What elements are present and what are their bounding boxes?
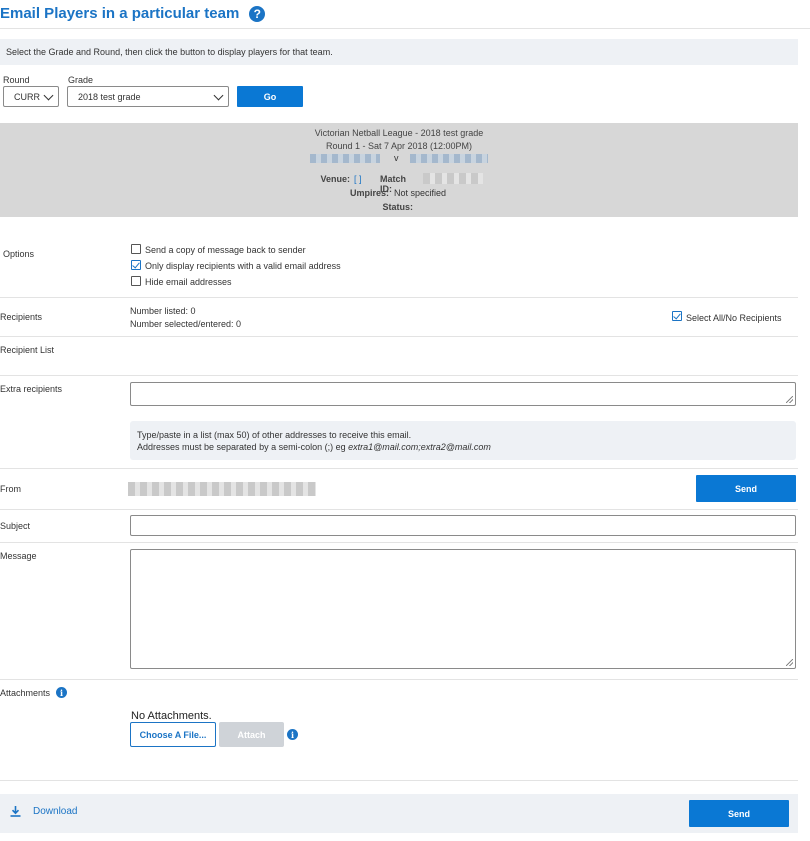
info-icon[interactable]: i (56, 687, 67, 698)
attachments-status: No Attachments. (131, 710, 212, 722)
divider (0, 375, 798, 376)
status-label: Status: (382, 202, 413, 212)
choose-file-button[interactable]: Choose A File... (130, 722, 216, 747)
versus-text: v (394, 153, 399, 163)
grade-label: Grade (68, 75, 94, 85)
chevron-down-icon (43, 90, 54, 101)
extra-recipients-input[interactable] (130, 382, 796, 406)
page-title-text: Email Players in a particular team (0, 5, 240, 22)
title-divider (0, 28, 810, 29)
page-title: Email Players in a particular team ? (0, 5, 266, 22)
grade-select-value: 2018 test grade (78, 91, 141, 102)
send-copy-checkbox[interactable] (131, 244, 141, 254)
download-label: Download (33, 806, 78, 817)
divider (0, 509, 798, 510)
extra-help-line2: Addresses must be separated by a semi-co… (137, 441, 796, 453)
download-icon (10, 806, 21, 817)
valid-email-label: Only display recipients with a valid ema… (145, 261, 341, 271)
match-id-redacted (423, 173, 483, 184)
send-button-top[interactable]: Send (696, 475, 796, 502)
from-label: From (0, 484, 21, 494)
extra-help-example: extra1@mail.com;extra2@mail.com (348, 442, 491, 452)
info-icon[interactable]: i (287, 729, 298, 740)
umpires-value: Not specified (394, 188, 447, 198)
valid-email-checkbox[interactable] (131, 260, 141, 270)
send-copy-label: Send a copy of message back to sender (145, 245, 306, 255)
divider (0, 679, 798, 680)
venue-link[interactable]: [ ] (354, 174, 362, 184)
number-selected: Number selected/entered: 0 (130, 319, 242, 329)
attachments-label: Attachments (0, 688, 51, 698)
match-competition: Victorian Netball League - 2018 test gra… (314, 128, 484, 138)
attach-button[interactable]: Attach (219, 722, 284, 747)
divider (0, 336, 798, 337)
message-textarea[interactable] (130, 549, 796, 669)
footer-bar: Download Send (0, 794, 798, 833)
divider (0, 297, 798, 298)
extra-help-line1: Type/paste in a list (max 50) of other a… (137, 430, 412, 440)
chevron-down-icon (213, 90, 224, 101)
round-label: Round (3, 75, 30, 85)
venue-label: Venue: (320, 174, 350, 184)
subject-input[interactable] (130, 515, 796, 536)
umpires-label: Umpires: (349, 188, 389, 198)
match-details-panel: Victorian Netball League - 2018 test gra… (0, 123, 798, 217)
select-all-checkbox[interactable] (672, 311, 682, 321)
extra-recipients-help: Type/paste in a list (max 50) of other a… (130, 421, 796, 460)
number-listed: Number listed: 0 (130, 306, 196, 316)
hide-emails-label: Hide email addresses (145, 277, 232, 287)
subject-label: Subject (0, 521, 31, 531)
divider (0, 468, 798, 469)
resize-handle-icon[interactable] (786, 659, 793, 666)
match-round: Round 1 - Sat 7 Apr 2018 (12:00PM) (325, 141, 473, 151)
away-team-redacted (410, 154, 488, 163)
home-team-redacted (310, 154, 380, 163)
instruction-hint: Select the Grade and Round, then click t… (0, 39, 798, 65)
hide-emails-checkbox[interactable] (131, 276, 141, 286)
extra-help-line2-prefix: Addresses must be separated by a semi-co… (137, 442, 349, 452)
help-icon[interactable]: ? (249, 5, 266, 22)
send-button-bottom[interactable]: Send (689, 800, 789, 827)
select-all-label: Select All/No Recipients (686, 313, 782, 323)
round-select-value: CURR (14, 91, 40, 102)
go-button[interactable]: Go (237, 86, 303, 107)
round-select[interactable]: CURR (3, 86, 59, 107)
divider (0, 780, 798, 781)
resize-handle-icon[interactable] (786, 396, 793, 403)
extra-recipients-label: Extra recipients (0, 384, 63, 394)
divider (0, 542, 798, 543)
grade-select[interactable]: 2018 test grade (67, 86, 229, 107)
from-address-redacted (128, 482, 316, 496)
recipient-list-label: Recipient List (0, 345, 55, 355)
message-label: Message (0, 551, 37, 561)
recipients-label: Recipients (0, 312, 43, 322)
options-label: Options (3, 249, 35, 259)
download-link[interactable]: Download (10, 806, 77, 817)
